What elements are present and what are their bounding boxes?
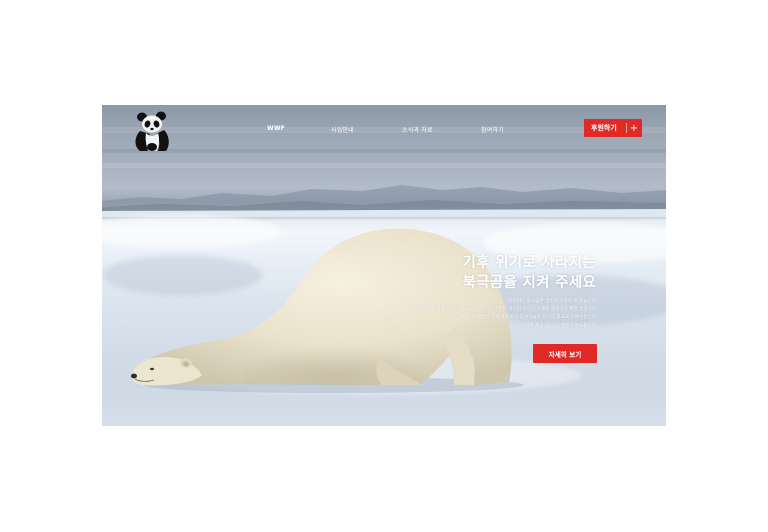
sky-cloud-band: [102, 163, 666, 168]
donate-button-divider: [626, 123, 627, 133]
nav-item-participate[interactable]: 참여하기: [481, 125, 504, 134]
hero-description-line: 바로 지금, 당신의 행동이 필요합니다: [525, 323, 596, 329]
hero-headline-line: 기후 위기로 사라지는: [462, 255, 596, 271]
distant-mountains: [102, 185, 666, 217]
nav-item-wwf[interactable]: WWF: [267, 125, 285, 132]
plus-icon: +: [629, 122, 639, 134]
nav-item-programs[interactable]: 사업안내: [331, 125, 354, 134]
sky-cloud-band: [102, 127, 666, 133]
nav-item-news[interactable]: 소식과 자료: [402, 125, 433, 134]
hero-headline-line: 북극곰을 지켜 주세요: [462, 275, 596, 291]
hero-description-line: WWF의 활동은 전세계 600만 후원자들과 당신의 참교육 이루어집니다: [459, 315, 596, 321]
hero-headline: 기후 위기로 사라지는 북극곰을 지켜 주세요: [463, 253, 596, 293]
wwf-panda-logo[interactable]: [132, 109, 172, 153]
hero-description: 2050년, 북극곰은 굶주려 사라질 수 있습니다 기후위기를 대처하는 일은…: [409, 298, 596, 331]
sky-cloud-band: [102, 149, 666, 153]
hero-description-line: 2050년, 북극곰은 굶주려 사라질 수 있습니다: [507, 299, 596, 304]
hero-description-line: 기후위기를 대처하는 일은 북극곰을 지키는 것 뿐만 아니라 우리의 문제를 …: [409, 307, 596, 313]
donate-button[interactable]: 후원하기 +: [584, 119, 642, 137]
donate-button-label: 후원하기: [591, 124, 617, 132]
hero-banner: WWF 사업안내 소식과 자료 참여하기 후원하기 + 기후 위기로 사라지는 …: [102, 105, 666, 426]
learn-more-button[interactable]: 자세히 보기: [533, 344, 597, 363]
